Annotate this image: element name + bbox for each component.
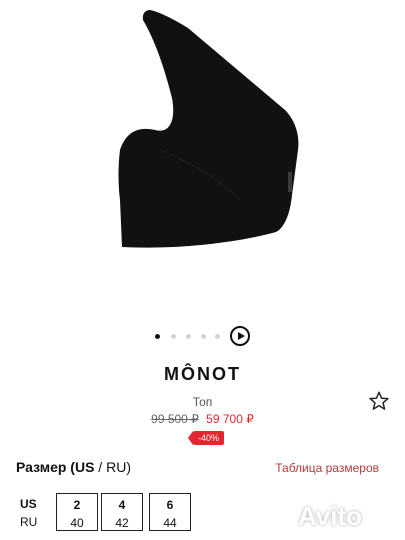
carousel-dot[interactable] <box>215 334 220 339</box>
old-price: 99 500 ₽ <box>151 412 199 426</box>
size-title-us: Размер (US <box>16 459 95 475</box>
size-title-separator: / <box>94 459 107 475</box>
zipper <box>288 172 292 192</box>
ru-row-label: RU <box>20 515 38 529</box>
carousel-dot[interactable] <box>186 334 191 339</box>
discount-badge: -40% <box>187 431 225 445</box>
top-garment-shape <box>118 10 299 248</box>
price-block: 99 500 ₽ 59 700 ₽ <box>0 412 405 426</box>
size-ru-value: 42 <box>115 516 129 530</box>
carousel-dot[interactable] <box>201 334 206 339</box>
new-price: 59 700 ₽ <box>206 412 254 426</box>
carousel-dot[interactable] <box>171 334 176 339</box>
product-image[interactable] <box>0 0 405 318</box>
size-ru-value: 40 <box>70 516 84 530</box>
carousel-dot[interactable] <box>155 334 160 339</box>
size-us-value: 6 <box>166 498 174 512</box>
favorite-star-icon[interactable] <box>368 390 390 412</box>
product-type: Топ <box>192 395 213 409</box>
us-row-label: US <box>20 497 37 511</box>
image-carousel-indicator <box>0 324 405 348</box>
size-option-6[interactable]: 6 44 <box>149 493 191 531</box>
size-us-value: 4 <box>118 498 126 512</box>
size-chart-link[interactable]: Таблица размеров <box>275 461 379 475</box>
brand-name[interactable]: MÔNOT <box>0 364 405 385</box>
size-us-value: 2 <box>73 498 81 512</box>
size-option-2[interactable]: 2 40 <box>56 493 98 531</box>
avito-watermark: Avito <box>298 501 363 531</box>
size-option-4[interactable]: 4 42 <box>101 493 143 531</box>
size-title-ru: RU) <box>106 459 131 475</box>
play-video-icon[interactable] <box>230 326 250 346</box>
size-section-title: Размер (US / RU) <box>16 459 131 475</box>
size-ru-value: 44 <box>163 516 177 530</box>
